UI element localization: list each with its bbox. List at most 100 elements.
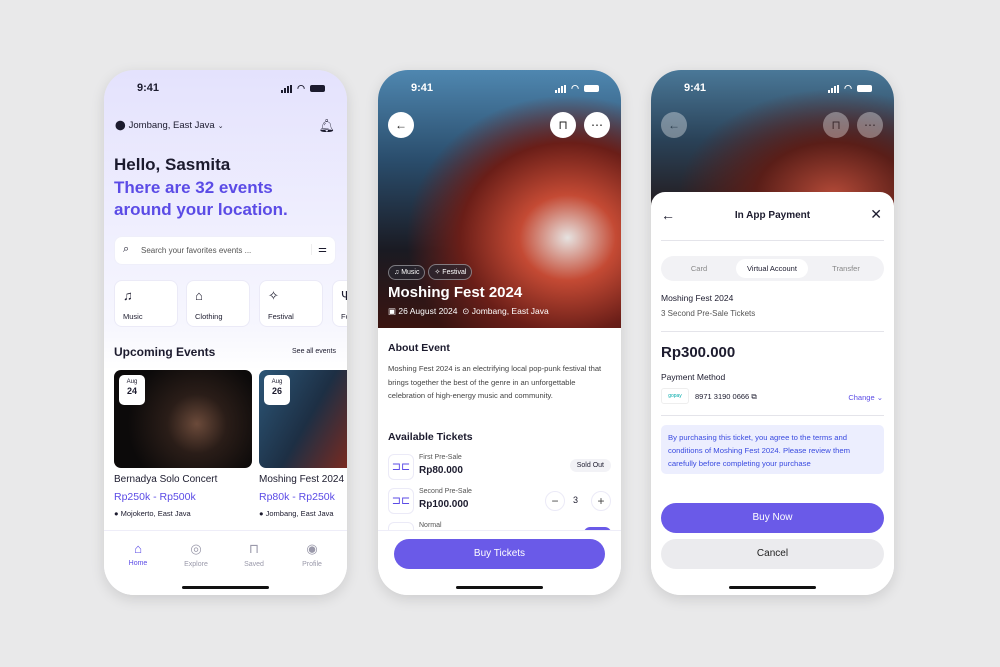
wifi-icon: ◠ [844, 83, 852, 93]
increment-button[interactable]: + [591, 491, 611, 511]
tab-transfer[interactable]: Transfer [808, 264, 884, 273]
event-image: Aug 24 [114, 370, 252, 468]
location-selector[interactable]: ⬤ Jombang, East Java ⌄ [115, 120, 224, 131]
status-bar: 9:41 ◠ [378, 82, 621, 96]
about-text: Moshing Fest 2024 is an electrifying loc… [388, 364, 602, 400]
status-time: 9:41 [411, 82, 434, 94]
search-icon: ⌕ [123, 243, 130, 255]
about-title: About Event [388, 342, 450, 354]
arrow-left-icon: ← [395, 118, 407, 132]
signal-icon [555, 84, 567, 93]
date-badge: Aug 26 [264, 375, 290, 405]
date-badge: Aug 24 [119, 375, 145, 405]
category-label: Festival [268, 312, 294, 321]
status-bar: 9:41 ◠ [104, 82, 347, 96]
pin-icon: ⬤ [115, 120, 126, 131]
ticket-row: ⊐⊏ Second Pre-Sale Rp100.000 − 3 + [388, 488, 611, 518]
see-all-link[interactable]: See all events [292, 348, 336, 355]
close-icon[interactable]: ✕ [870, 206, 882, 223]
category-label: Fo [341, 312, 347, 321]
more-button: ⋯ [857, 112, 883, 138]
category-music[interactable]: ♫ Music [114, 280, 178, 327]
tab-virtual-account[interactable]: Virtual Account [736, 259, 808, 278]
music-note-icon: ♫ [123, 288, 133, 303]
nav-profile[interactable]: ◉ Profile [287, 541, 337, 568]
change-method-button[interactable]: Change ⌄ [848, 393, 883, 402]
back-button: ← [661, 112, 687, 138]
summary-event: Moshing Fest 2024 [661, 293, 734, 303]
summary-tickets: 3 Second Pre-Sale Tickets [661, 309, 756, 318]
category-food[interactable]: Ψ Fo [332, 280, 347, 327]
cancel-button[interactable]: Cancel [661, 539, 884, 569]
payment-screen: 9:41 ◠ ← ⊓ ⋯ ← In App Payment ✕ Card Vir… [651, 70, 894, 595]
search-placeholder: Search your favorites events ... [141, 246, 252, 255]
home-icon: ⌂ [134, 541, 142, 556]
calendar-icon: ▣ [388, 306, 397, 316]
event-card[interactable]: Aug 24 Bernadya Solo Concert Rp250k - Rp5… [114, 370, 252, 518]
upcoming-title: Upcoming Events [114, 345, 216, 359]
total-amount: Rp300.000 [661, 344, 736, 361]
status-time: 9:41 [684, 82, 707, 94]
more-icon: ⋯ [591, 118, 603, 132]
copy-icon[interactable]: ⧉ [751, 392, 756, 401]
status-time: 9:41 [137, 82, 160, 94]
buy-tickets-button[interactable]: Buy Tickets [394, 539, 605, 569]
bookmark-button: ⊓ [823, 112, 849, 138]
signal-icon [828, 84, 840, 93]
tag-music: ♫ Music [388, 265, 426, 280]
event-title: Bernadya Solo Concert [114, 474, 218, 485]
more-button[interactable]: ⋯ [584, 112, 610, 138]
events-subtitle: There are 32 events around your location. [114, 178, 288, 219]
sheet-title: In App Payment [734, 210, 811, 221]
event-tags: ♫ Music ✧ Festival [388, 261, 475, 280]
signal-icon [281, 84, 293, 93]
filter-icon[interactable]: ⚌ [311, 244, 327, 255]
bookmark-icon: ⊓ [248, 541, 260, 556]
payment-tabs: Card Virtual Account Transfer [661, 256, 884, 281]
tag-festival: ✧ Festival [428, 264, 473, 280]
nav-home[interactable]: ⌂ Home [113, 541, 163, 567]
nav-saved[interactable]: ⊓ Saved [229, 541, 279, 568]
tickets-title: Available Tickets [388, 431, 473, 443]
category-clothing[interactable]: ⌂ Clothing [186, 280, 250, 327]
wifi-icon: ◠ [571, 83, 579, 93]
payment-method-label: Payment Method [661, 372, 726, 382]
terms-notice: By purchasing this ticket, you agree to … [661, 425, 884, 474]
shirt-icon: ⌂ [195, 288, 203, 303]
ticket-icon: ⊐⊏ [388, 454, 414, 480]
pin-icon: ⊙ [462, 306, 470, 316]
buy-now-button[interactable]: Buy Now [661, 503, 884, 533]
location-label: Jombang, East Java [128, 120, 215, 131]
battery-icon [310, 85, 325, 92]
event-location: ● Mojokerto, East Java [114, 509, 191, 518]
sold-out-badge: Sold Out [569, 459, 611, 472]
home-indicator [729, 586, 816, 589]
battery-icon [857, 85, 872, 92]
decrement-button[interactable]: − [545, 491, 565, 511]
search-input[interactable]: ⌕ Search your favorites events ... ⚌ [114, 236, 336, 265]
category-festival[interactable]: ✧ Festival [259, 280, 323, 327]
event-title: Moshing Fest 2024 [388, 284, 523, 301]
back-button[interactable]: ← [388, 112, 414, 138]
arrow-left-icon: ← [668, 118, 680, 132]
bookmark-button[interactable]: ⊓ [550, 112, 576, 138]
bell-icon[interactable]: 🔔︎ [318, 118, 335, 134]
party-popper-icon: ✧ [268, 288, 279, 303]
event-title: Moshing Fest 2024 [259, 474, 345, 485]
category-label: Clothing [195, 312, 223, 321]
category-label: Music [123, 312, 143, 321]
home-screen: 9:41 ◠ ⬤ Jombang, East Java ⌄ 🔔︎ Hello, Sa… [104, 70, 347, 595]
event-price: Rp80k - Rp250k [259, 491, 335, 503]
chevron-down-icon: ⌄ [217, 122, 224, 130]
tab-card[interactable]: Card [661, 264, 737, 273]
nav-explore[interactable]: ◎ Explore [171, 541, 221, 568]
event-location: ● Jombang, East Java [259, 509, 334, 518]
quantity-value: 3 [572, 495, 578, 505]
gopay-logo: gopay [661, 388, 689, 404]
profile-icon: ◉ [306, 541, 318, 556]
bookmark-icon: ⊓ [558, 118, 568, 132]
event-image: Aug 26 [259, 370, 347, 468]
event-card[interactable]: Aug 26 Moshing Fest 2024 Rp80k - Rp250k ●… [259, 370, 347, 518]
event-price: Rp250k - Rp500k [114, 491, 196, 503]
home-indicator [456, 586, 543, 589]
